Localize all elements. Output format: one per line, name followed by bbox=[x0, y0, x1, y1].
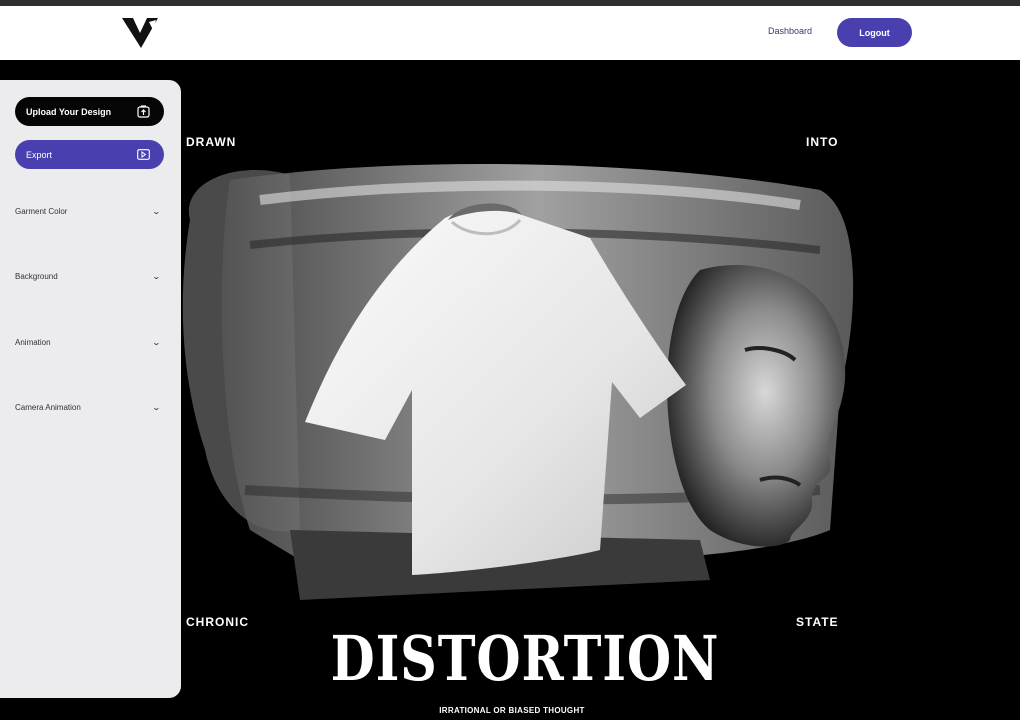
nav-dashboard-link[interactable]: Dashboard bbox=[768, 26, 812, 36]
export-button[interactable]: Export bbox=[15, 140, 164, 169]
chevron-down-icon: ⌄ bbox=[151, 403, 162, 412]
top-header: Dashboard Logout bbox=[0, 6, 1020, 60]
logout-button[interactable]: Logout bbox=[837, 18, 912, 47]
word-top-left: DRAWN bbox=[186, 135, 237, 149]
export-label: Export bbox=[26, 149, 53, 160]
accordion-background-label: Background bbox=[15, 272, 58, 281]
chevron-down-icon: ⌄ bbox=[151, 207, 162, 216]
subline-text: IRRATIONAL OR BIASED THOUGHT bbox=[439, 706, 585, 715]
headline-text: DISTORTION bbox=[330, 622, 720, 695]
controls-sidebar: Upload Your Design Export Garment Color … bbox=[0, 80, 181, 698]
accordion-camera-animation-label: Camera Animation bbox=[15, 403, 81, 412]
upload-design-label: Upload Your Design bbox=[26, 106, 112, 117]
brand-v-logo-icon[interactable] bbox=[120, 16, 160, 50]
chevron-down-icon: ⌄ bbox=[151, 338, 162, 347]
accordion-animation-label: Animation bbox=[15, 338, 51, 347]
upload-icon bbox=[137, 105, 150, 118]
accordion-animation[interactable]: Animation ⌄ bbox=[15, 338, 162, 347]
video-icon bbox=[137, 149, 150, 160]
accordion-garment-color-label: Garment Color bbox=[15, 207, 68, 216]
upload-design-button[interactable]: Upload Your Design bbox=[15, 97, 164, 126]
accordion-garment-color[interactable]: Garment Color ⌄ bbox=[15, 207, 162, 216]
accordion-background[interactable]: Background ⌄ bbox=[15, 272, 162, 281]
chevron-down-icon: ⌄ bbox=[151, 272, 162, 281]
accordion-camera-animation[interactable]: Camera Animation ⌄ bbox=[15, 403, 162, 412]
word-top-right: INTO bbox=[806, 135, 839, 149]
